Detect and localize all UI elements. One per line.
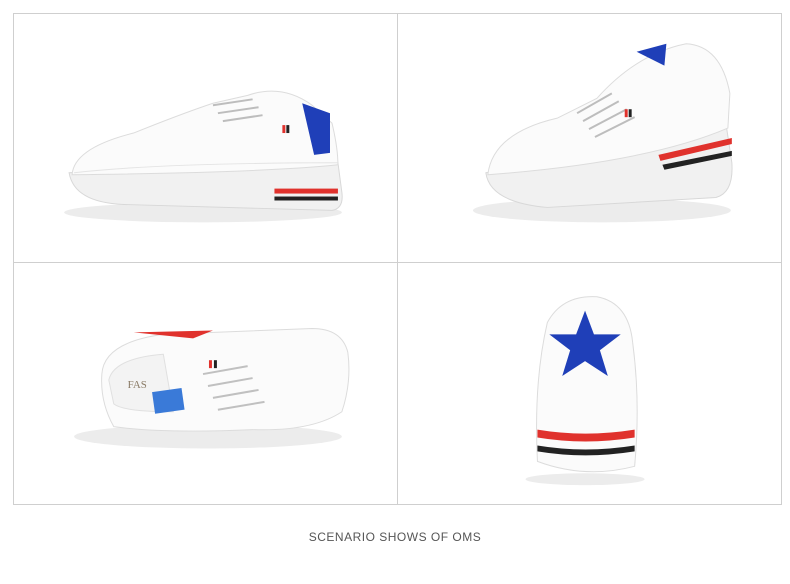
caption-text: SCENARIO SHOWS OF OMS bbox=[308, 530, 482, 544]
sneaker-heel-illustration bbox=[525, 296, 645, 486]
photo-side-view bbox=[13, 13, 398, 263]
photo-heel-view bbox=[397, 262, 782, 505]
photo-three-quarter-view bbox=[397, 13, 782, 263]
sneaker-side-illustration bbox=[64, 90, 343, 223]
sneaker-three-quarter-illustration bbox=[472, 43, 733, 223]
product-photo-grid: FAS bbox=[13, 13, 782, 505]
photo-top-view: FAS bbox=[13, 262, 398, 505]
insole-brand-text: FAS bbox=[128, 379, 147, 391]
sneaker-top-illustration: FAS bbox=[74, 327, 350, 449]
